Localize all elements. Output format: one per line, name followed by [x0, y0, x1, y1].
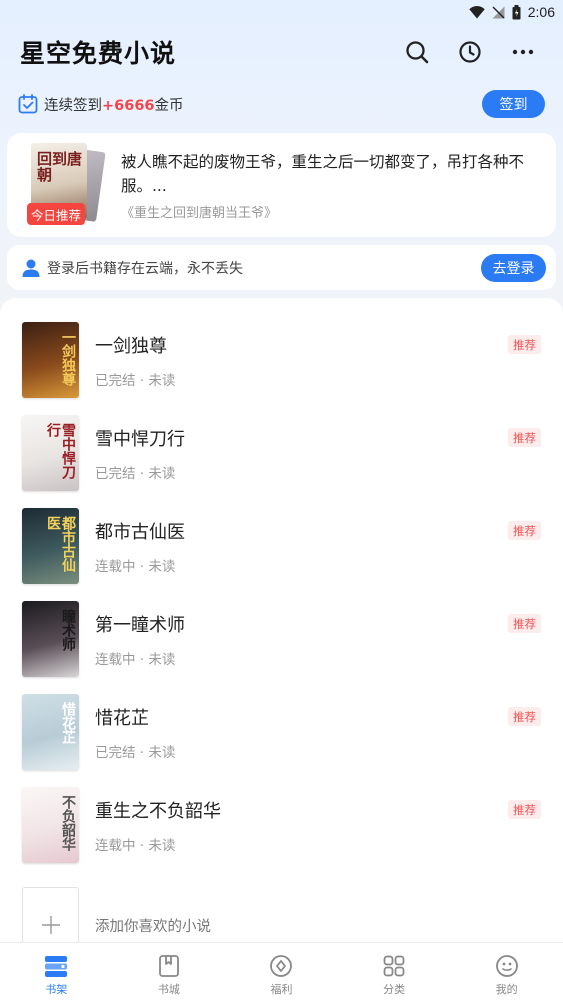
tab-profile[interactable]: 我的 — [450, 943, 563, 1002]
book-title: 第一瞳术师 — [95, 615, 185, 636]
app-header: 星空免费小说 — [0, 30, 563, 74]
book-row[interactable]: 瞳术师 第一瞳术师连载中 · 未读 推荐 — [0, 601, 563, 679]
recommend-tag: 推荐 — [508, 707, 541, 726]
calendar-check-icon — [18, 94, 38, 114]
recommend-tag: 推荐 — [508, 614, 541, 633]
book-cover: 惜花芷 — [22, 694, 79, 770]
status-bar: 2:06 — [0, 0, 563, 24]
more-icon — [512, 49, 534, 55]
book-status: 连载中 · 未读 — [95, 652, 176, 668]
app-title: 星空免费小说 — [20, 39, 177, 68]
book-title: 重生之不负韶华 — [95, 801, 221, 822]
book-cover: 雪中悍刀行 — [22, 415, 79, 491]
profile-icon — [495, 955, 518, 977]
checkin-suffix: 金币 — [154, 97, 184, 114]
no-signal-icon — [492, 6, 505, 18]
book-cover: 不负韶华 — [22, 787, 79, 863]
checkin-button[interactable]: 签到 — [482, 90, 545, 118]
daily-recommendation-card[interactable]: 回到唐朝 今日推荐 被人瞧不起的废物王爷，重生之后一切都变了，吊打各种不服。..… — [7, 133, 556, 237]
book-cover-title: 雪中悍刀行 — [45, 423, 76, 479]
checkin-row: 连续签到+6666金币 签到 — [0, 88, 563, 120]
book-row[interactable]: 惜花芷 惜花芷已完结 · 未读 推荐 — [0, 694, 563, 772]
search-icon — [406, 41, 429, 64]
bookshelf-icon — [45, 956, 68, 977]
history-icon — [459, 41, 481, 63]
book-title: 都市古仙医 — [95, 522, 185, 543]
book-status: 已完结 · 未读 — [95, 745, 176, 761]
book-title: 雪中悍刀行 — [95, 429, 185, 450]
search-button[interactable] — [397, 32, 437, 72]
tab-label: 福利 — [270, 983, 293, 996]
login-prompt-text: 登录后书籍存在云端，永不丢失 — [47, 260, 243, 277]
book-status: 已完结 · 未读 — [95, 373, 176, 389]
tab-label: 书城 — [157, 983, 180, 996]
bottom-tab-bar: 书架 书城 福利 分类 我的 — [0, 942, 563, 1002]
book-status: 连载中 · 未读 — [95, 838, 176, 854]
tab-category[interactable]: 分类 — [338, 943, 451, 1002]
more-button[interactable] — [503, 32, 543, 72]
book-row[interactable]: 都市古仙医 都市古仙医连载中 · 未读 推荐 — [0, 508, 563, 586]
recommend-tag: 推荐 — [508, 428, 541, 447]
tab-label: 我的 — [495, 983, 518, 996]
recommendation-cover: 回到唐朝 今日推荐 — [27, 143, 106, 227]
book-title: 惜花芷 — [95, 708, 149, 729]
checkin-text: 连续签到+6666金币 — [44, 94, 482, 115]
category-icon — [383, 955, 405, 977]
book-cover: 瞳术师 — [22, 601, 79, 677]
book-cover-title: 一剑独尊 — [60, 330, 76, 386]
recommend-tag: 推荐 — [508, 335, 541, 354]
book-row[interactable]: 不负韶华 重生之不负韶华连载中 · 未读 推荐 — [0, 787, 563, 865]
book-row[interactable]: 雪中悍刀行 雪中悍刀行已完结 · 未读 推荐 — [0, 415, 563, 493]
tab-bookshelf[interactable]: 书架 — [0, 943, 113, 1002]
checkin-coins: +6666 — [102, 97, 155, 114]
book-row[interactable]: 一剑独尊 一剑独尊已完结 · 未读 推荐 — [0, 322, 563, 400]
recommendation-description: 被人瞧不起的废物王爷，重生之后一切都变了，吊打各种不服。... — [121, 152, 525, 195]
user-icon — [22, 259, 40, 277]
plus-icon — [41, 916, 60, 934]
history-button[interactable] — [450, 32, 490, 72]
book-cover-title: 都市古仙医 — [45, 516, 76, 572]
book-cover-title: 瞳术师 — [60, 609, 76, 651]
login-button[interactable]: 去登录 — [481, 253, 546, 282]
add-book-text: 添加你喜欢的小说 — [95, 919, 211, 935]
book-cover-title: 不负韶华 — [60, 795, 76, 851]
checkin-prefix: 连续签到 — [44, 97, 102, 114]
cover-title: 回到唐朝 — [37, 150, 83, 184]
login-prompt: 登录后书籍存在云端，永不丢失 去登录 — [7, 245, 556, 290]
recommend-tag: 推荐 — [508, 521, 541, 540]
book-cover-title: 惜花芷 — [60, 702, 76, 744]
tab-label: 分类 — [383, 983, 406, 996]
bookstore-icon — [158, 955, 179, 977]
bookshelf-list: 添加你喜欢的小说 一剑独尊 一剑独尊 已完结 · 未读 推荐 雪中悍刀行 雪中悍刀行 已完结… — [0, 298, 563, 1002]
recommendation-badge: 今日推荐 — [27, 203, 85, 225]
book-status: 已完结 · 未读 — [95, 466, 176, 482]
book-cover: 都市古仙医 — [22, 508, 79, 584]
book-cover: 一剑独尊 — [22, 322, 79, 398]
welfare-icon — [270, 955, 293, 977]
recommend-tag: 推荐 — [508, 800, 541, 819]
recommendation-source: 《重生之回到唐朝当王爷》 — [121, 205, 278, 221]
tab-bookstore[interactable]: 书城 — [113, 943, 226, 1002]
book-status: 连载中 · 未读 — [95, 559, 176, 575]
recommendation-text: 被人瞧不起的废物王爷，重生之后一切都变了，吊打各种不服。... 《重生之回到唐朝… — [121, 150, 542, 221]
status-time: 2:06 — [527, 4, 555, 20]
tab-welfare[interactable]: 福利 — [225, 943, 338, 1002]
tab-label: 书架 — [45, 983, 68, 996]
battery-icon — [512, 4, 521, 19]
book-title: 一剑独尊 — [95, 336, 167, 357]
wifi-icon — [469, 5, 485, 18]
